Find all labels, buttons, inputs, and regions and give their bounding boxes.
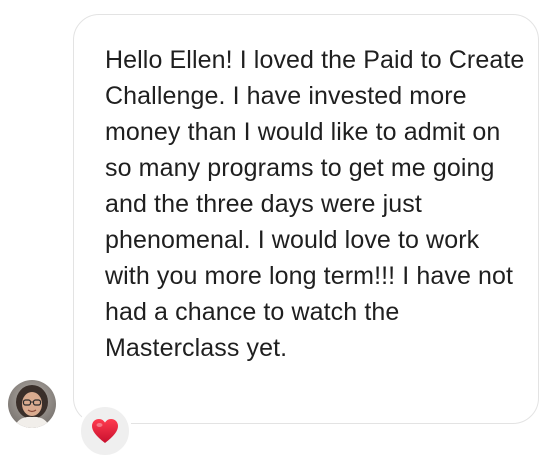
heart-icon	[92, 419, 118, 443]
sender-avatar[interactable]	[8, 380, 56, 428]
profile-photo-icon	[8, 380, 56, 428]
message-text: Hello Ellen! I loved the Paid to Create …	[105, 46, 525, 362]
reaction-badge[interactable]	[78, 404, 132, 458]
